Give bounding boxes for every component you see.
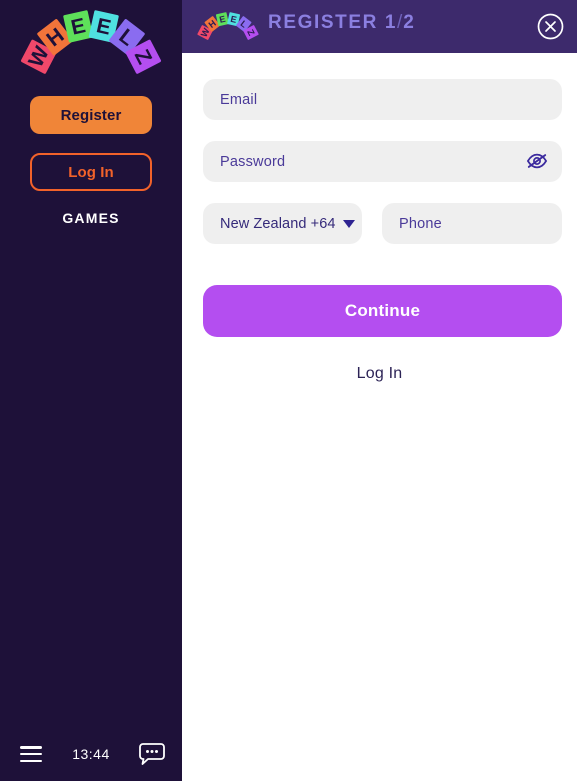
wheelz-logo-icon: W H E E L Z xyxy=(197,12,259,40)
login-button[interactable]: Log In xyxy=(30,153,152,191)
modal-title: REGISTER 1/2 xyxy=(268,12,415,34)
login-link[interactable]: Log In xyxy=(182,365,577,383)
password-field[interactable]: Password xyxy=(203,141,562,182)
chat-bubble-icon[interactable] xyxy=(139,742,165,766)
close-button[interactable] xyxy=(537,13,564,40)
phone-field-label: Phone xyxy=(399,215,442,232)
bottom-bar: 13:44 xyxy=(0,727,182,781)
sidebar: W H E E L Z Register Log In GAMES 13:44 xyxy=(0,0,182,781)
email-field[interactable]: Email xyxy=(203,79,562,120)
step-total: 2 xyxy=(403,12,416,33)
country-code-select[interactable]: New Zealand +64 xyxy=(203,203,362,244)
register-button[interactable]: Register xyxy=(30,96,152,134)
step-current: 1 xyxy=(384,12,397,33)
wheelz-logo-icon: W H E E L Z xyxy=(20,10,162,74)
games-section-label: GAMES xyxy=(62,210,120,226)
password-field-label: Password xyxy=(220,153,286,170)
wheelz-logo[interactable]: W H E E L Z xyxy=(16,6,166,78)
eye-slash-icon xyxy=(526,153,548,169)
close-circle-icon xyxy=(537,13,564,40)
country-code-value: New Zealand +64 xyxy=(220,215,336,232)
continue-button[interactable]: Continue xyxy=(203,285,562,337)
email-field-label: Email xyxy=(220,91,258,108)
phone-field[interactable]: Phone xyxy=(382,203,562,244)
modal-title-text: REGISTER xyxy=(268,12,378,33)
modal-header: W H E E L Z REGISTER 1/2 xyxy=(182,0,577,53)
sidebar-auth-buttons: Register Log In xyxy=(30,96,152,191)
app-root: W H E E L Z Register Log In GAMES 13:44 … xyxy=(0,0,577,781)
chevron-down-icon xyxy=(342,219,355,228)
register-modal: W H E E L Z REGISTER 1/2 Email Password … xyxy=(182,0,577,781)
header-wheelz-logo[interactable]: W H E E L Z xyxy=(196,10,260,42)
password-visibility-toggle[interactable] xyxy=(526,151,548,171)
